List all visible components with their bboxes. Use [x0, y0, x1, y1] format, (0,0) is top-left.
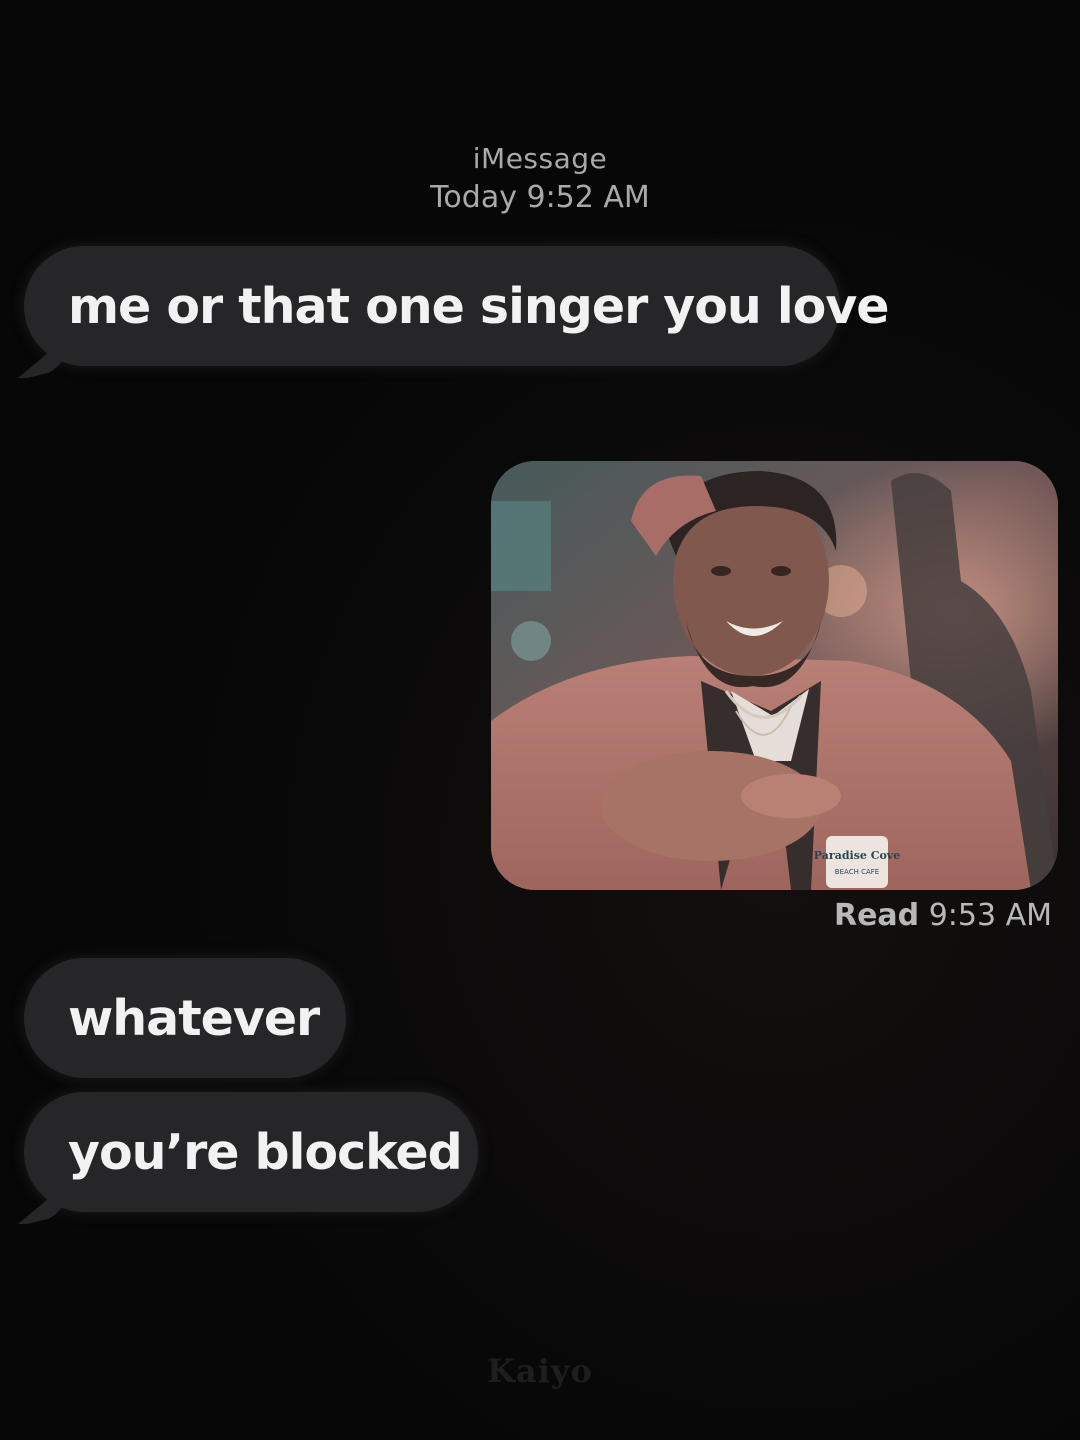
incoming-message-bubble[interactable]: whatever — [24, 958, 346, 1078]
watermark: Kaiyo — [487, 1352, 593, 1390]
photo-image: Paradise Cove BEACH CAFE — [491, 461, 1058, 890]
message-text: whatever — [68, 989, 320, 1047]
incoming-message-bubble[interactable]: me or that one singer you love — [24, 246, 889, 366]
read-label: Read — [833, 898, 920, 933]
message-text: you’re blocked — [68, 1123, 463, 1181]
conversation-screen: iMessage Today 9:52 AM me or that one si… — [0, 0, 1080, 1440]
conversation-header: iMessage Today 9:52 AM — [0, 140, 1080, 218]
message-text: me or that one singer you love — [68, 277, 889, 335]
photo-attachment[interactable]: Paradise Cove BEACH CAFE — [491, 461, 1058, 890]
timestamp: Today 9:52 AM — [430, 179, 650, 215]
read-time: 9:53 AM — [928, 898, 1052, 933]
incoming-message-bubble[interactable]: you’re blocked — [24, 1092, 478, 1212]
read-receipt: Read 9:53 AM — [834, 898, 1052, 933]
service-label: iMessage — [472, 142, 608, 175]
